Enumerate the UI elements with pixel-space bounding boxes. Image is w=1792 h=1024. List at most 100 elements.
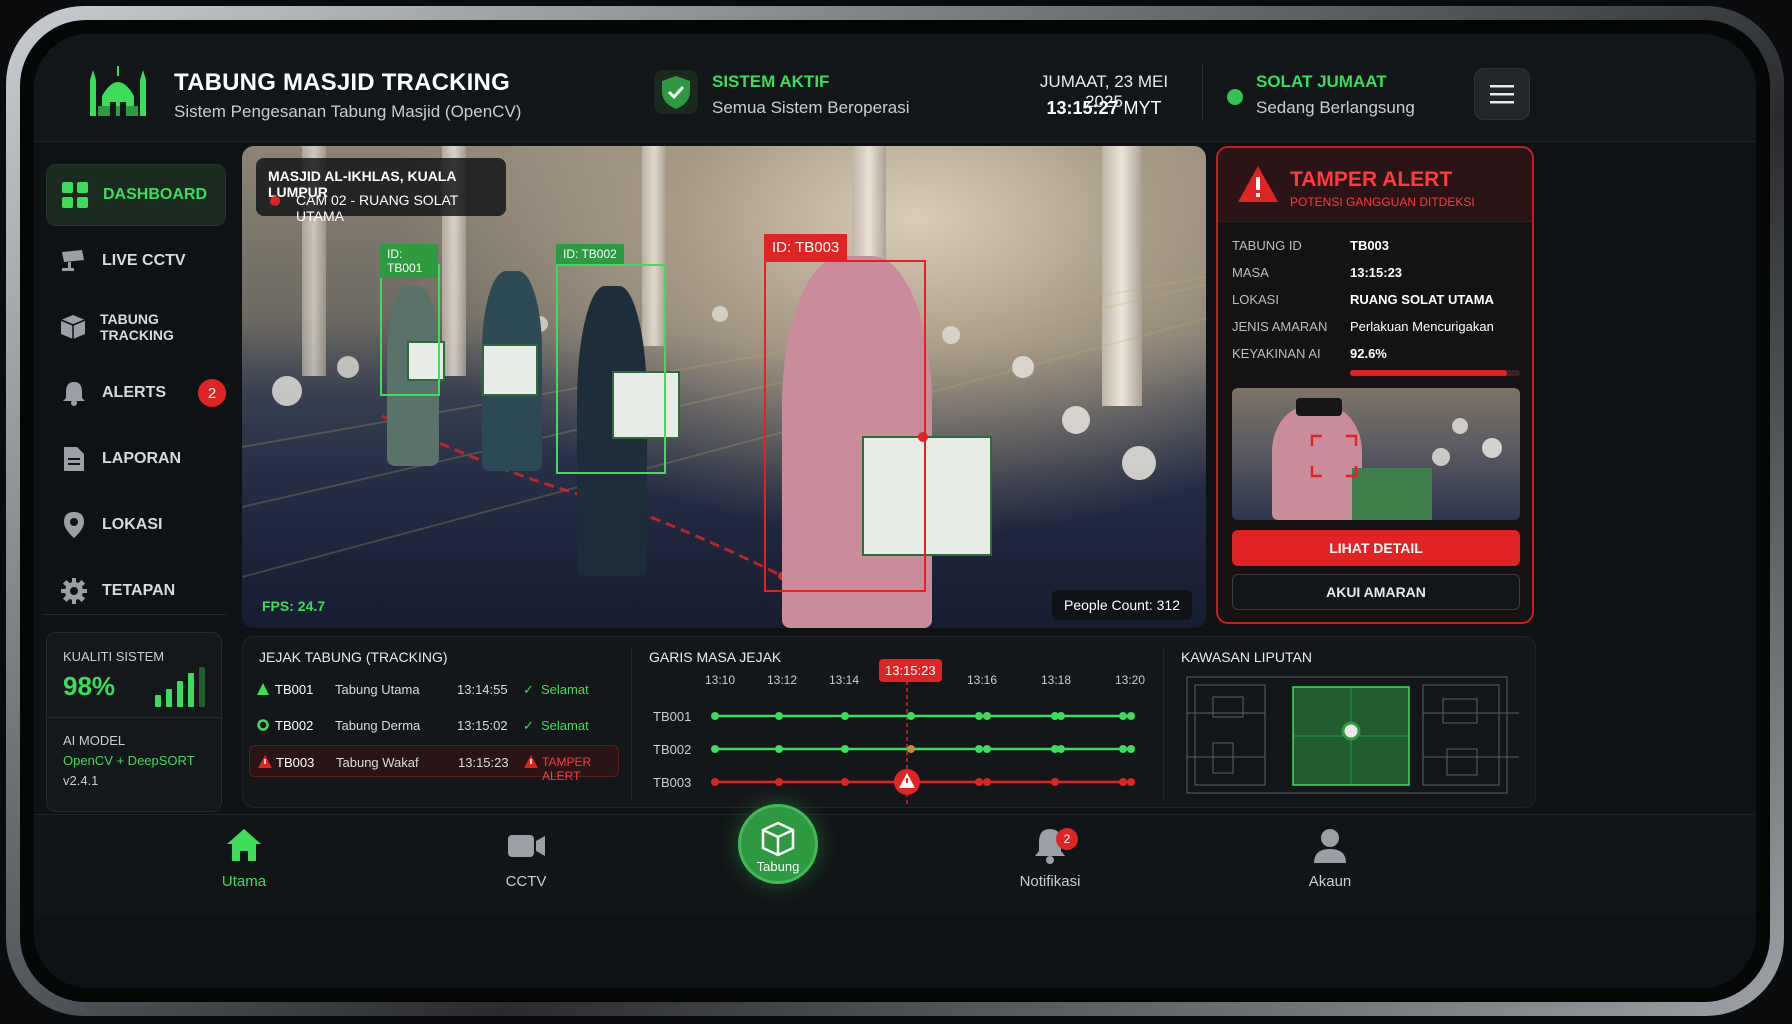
camera-info-label: MASJID AL-IKHLAS, KUALA LUMPUR CAM 02 - …: [256, 158, 506, 224]
camera-feed[interactable]: ID: TB001 ID: TB002 ID: TB003 MASJID AL-…: [242, 146, 1206, 628]
sidebar-item-live-cctv[interactable]: LIVE CCTV: [46, 230, 226, 292]
donation-box: [482, 344, 538, 396]
field-value: Perlakuan Mencurigakan: [1350, 319, 1494, 334]
tablet-bezel: TABUNG MASJID TRACKING Sistem Pengesanan…: [20, 20, 1770, 1002]
tamper-alert-panel: TAMPER ALERT POTENSI GANGGUAN DITDEKSI T…: [1216, 146, 1534, 624]
ai-model-value: OpenCV + DeepSORT: [63, 753, 195, 768]
hamburger-icon: [1490, 85, 1514, 104]
nav-label: Notifikasi: [1019, 873, 1081, 890]
system-status: SISTEM AKTIF: [712, 72, 830, 91]
nav-notifikasi[interactable]: Notifikasi: [990, 825, 1110, 890]
bounding-box-tag: ID: TB001: [380, 244, 438, 278]
field-key: TABUNG ID: [1232, 238, 1302, 253]
app-title: TABUNG MASJID TRACKING: [174, 69, 510, 96]
gear-icon: [60, 577, 88, 605]
congregant: [1482, 438, 1502, 458]
snapshot-cap: [1296, 398, 1342, 416]
bottom-navigation: Utama CCTV Notifikasi Akaun: [34, 814, 1756, 914]
field-value: 13:15:23: [1350, 265, 1403, 280]
tablet-device: TABUNG MASJID TRACKING Sistem Pengesanan…: [6, 6, 1784, 1016]
field-value: RUANG SOLAT UTAMA: [1350, 292, 1494, 307]
nav-tabung-fab[interactable]: Tabung: [738, 804, 818, 884]
bounding-box-tb001[interactable]: ID: TB001: [380, 244, 440, 396]
sidebar-item-tetapan[interactable]: TETAPAN: [46, 560, 226, 622]
warning-triangle-icon: [1238, 166, 1278, 202]
menu-button[interactable]: [1474, 68, 1530, 120]
alert-subtitle: POTENSI GANGGUAN DITDEKSI: [1290, 195, 1475, 209]
system-status-detail: Semua Sistem Beroperasi: [712, 98, 910, 117]
bounding-box-tag: ID: TB002: [556, 244, 624, 264]
timeline-chart: [711, 681, 1135, 807]
alert-snapshot[interactable]: [1232, 388, 1520, 520]
alert-header: TAMPER ALERT POTENSI GANGGUAN DITDEKSI: [1218, 148, 1532, 222]
people-count: People Count: 312: [1052, 590, 1192, 620]
bounding-box-tb003[interactable]: ID: TB003: [764, 234, 928, 592]
document-icon: [60, 445, 88, 473]
sidebar-item-label: ALERTS: [102, 384, 166, 401]
panel-divider: [1163, 647, 1164, 799]
mosque-logo-icon: [90, 66, 146, 116]
notification-count-badge: 2: [1056, 828, 1078, 850]
nav-cctv[interactable]: CCTV: [466, 825, 586, 890]
view-detail-button[interactable]: LIHAT DETAIL: [1232, 530, 1520, 566]
nav-akaun[interactable]: Akaun: [1270, 825, 1390, 890]
box-icon: [761, 821, 795, 857]
focus-frame-icon: [1310, 434, 1358, 478]
congregant: [1452, 418, 1468, 434]
system-quality-card: KUALITI SISTEM 98% AI MODEL OpenCV + Dee…: [46, 632, 222, 812]
timezone: MYT: [1123, 98, 1162, 118]
alert-title: TAMPER ALERT: [1290, 168, 1453, 191]
sidebar-item-tabung-tracking[interactable]: TABUNG TRACKING: [46, 296, 226, 358]
sidebar-item-lokasi[interactable]: LOKASI: [46, 494, 226, 556]
sidebar-divider: [42, 614, 226, 615]
sidebar-item-dashboard[interactable]: DASHBOARD: [46, 164, 226, 226]
field-key: KEYAKINAN AI: [1232, 346, 1321, 361]
coverage-panel-title: KAWASAN LIPUTAN: [1181, 649, 1312, 665]
field-key: JENIS AMARAN: [1232, 319, 1328, 334]
sidebar-item-label: TETAPAN: [102, 582, 176, 599]
recording-dot: [270, 196, 280, 206]
quality-label: KUALITI SISTEM: [63, 649, 165, 664]
time-value: 13:15:27: [1046, 98, 1119, 118]
video-camera-icon: [508, 835, 545, 857]
field-value: 92.6%: [1350, 346, 1387, 361]
sidebar-item-label: LAPORAN: [102, 450, 182, 467]
user-icon: [1314, 829, 1346, 863]
nav-utama[interactable]: Utama: [184, 825, 304, 890]
nav-label: Utama: [221, 873, 267, 890]
snapshot-box: [1352, 468, 1432, 520]
congregant: [1432, 448, 1450, 466]
prayer-status: SOLAT JUMAAT: [1256, 72, 1387, 91]
acknowledge-alert-button[interactable]: AKUI AMARAN: [1232, 574, 1520, 610]
field-key: MASA: [1232, 265, 1269, 280]
nav-label: Tabung: [756, 859, 800, 874]
header-divider: [1202, 64, 1203, 120]
field-value: TB003: [1350, 238, 1390, 253]
quality-value: 98%: [63, 671, 116, 701]
floor-plan-map[interactable]: [1183, 673, 1523, 797]
sidebar-item-label: TABUNG TRACKING: [100, 311, 174, 343]
current-time: 13:15:27 MYT: [1024, 98, 1184, 119]
shield-check-icon: [654, 70, 698, 114]
sidebar-item-alerts[interactable]: ALERTS 2: [46, 362, 226, 424]
cctv-camera-icon: [60, 247, 88, 275]
nav-label: CCTV: [505, 873, 547, 890]
ai-model-version: v2.4.1: [63, 773, 99, 788]
sidebar-item-laporan[interactable]: LAPORAN: [46, 428, 226, 490]
bell-icon: [60, 379, 88, 407]
tamper-point-marker: [918, 432, 928, 442]
app-subtitle: Sistem Pengesanan Tabung Masjid (OpenCV): [174, 102, 522, 121]
alerts-count-badge: 2: [198, 379, 226, 407]
home-icon: [227, 829, 261, 861]
signal-bars-icon: [155, 667, 205, 707]
quality-divider: [47, 717, 221, 718]
sidebar-item-label: LIVE CCTV: [102, 252, 186, 269]
box-icon: [60, 313, 86, 341]
grid-icon: [61, 181, 89, 209]
field-key: LOKASI: [1232, 292, 1279, 307]
bounding-box-tb002[interactable]: ID: TB002: [556, 244, 666, 474]
ai-model-label: AI MODEL: [63, 733, 126, 748]
sidebar-item-label: DASHBOARD: [103, 186, 207, 203]
prayer-status-detail: Sedang Berlangsung: [1256, 98, 1415, 117]
confidence-bar: [1350, 370, 1520, 376]
